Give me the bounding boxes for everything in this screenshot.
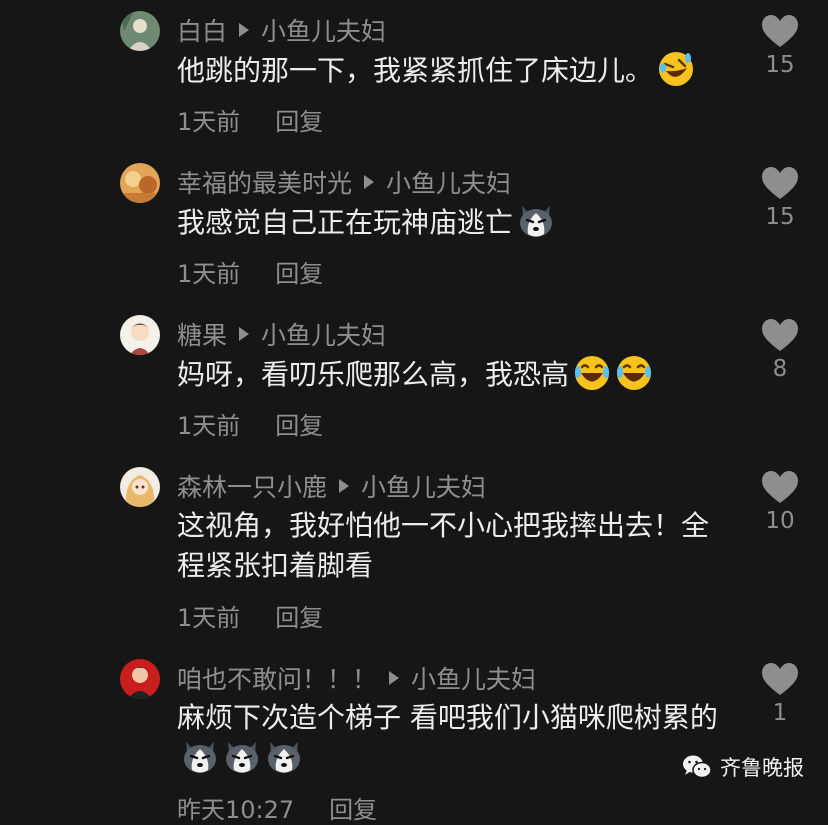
comment-text: 麻烦下次造个梯子 看吧我们小猫咪爬树累的 [177, 698, 732, 779]
comment-header: 咱也不敢问！！！ 小鱼儿夫妇 [177, 660, 536, 696]
comment-meta: 昨天10:27 回复 [177, 790, 377, 825]
like-button[interactable]: 15 [760, 166, 800, 230]
heart-icon [762, 663, 798, 695]
comment-header: 糖果 小鱼儿夫妇 [177, 316, 386, 352]
avatar[interactable] [120, 659, 160, 699]
laugh-cry-emoji-icon [575, 356, 610, 390]
author-name[interactable]: 咱也不敢问！！！ [177, 660, 377, 696]
comment-text: 我感觉自己正在玩神庙逃亡 [177, 202, 737, 243]
heart-icon [762, 319, 798, 351]
comment-text-content: 他跳的那一下，我紧紧抓住了床边儿。 [177, 54, 654, 87]
husky-emoji-icon [184, 742, 216, 773]
reply-button[interactable]: 回复 [275, 598, 323, 633]
heart-icon [762, 471, 798, 503]
like-count: 15 [765, 52, 795, 78]
like-button[interactable]: 15 [760, 14, 800, 78]
comment-text: 他跳的那一下，我紧紧抓住了床边儿。 [177, 50, 737, 91]
laugh-cry-emoji-icon [617, 356, 652, 390]
reply-button[interactable]: 回复 [275, 406, 323, 441]
comment-time: 1天前 [177, 260, 241, 288]
like-count: 1 [772, 700, 788, 726]
comment-header: 森林一只小鹿 小鱼儿夫妇 [177, 468, 486, 504]
comment-text-content: 妈呀，看叨乐爬那么高，我恐高 [177, 358, 570, 391]
like-count: 8 [772, 356, 788, 382]
author-name[interactable]: 白白 [177, 12, 227, 48]
like-count: 15 [765, 204, 795, 230]
rofl-emoji-icon [659, 52, 694, 86]
comment-time: 1天前 [177, 412, 241, 440]
author-name[interactable]: 森林一只小鹿 [177, 468, 327, 504]
reply-arrow-icon [339, 479, 350, 493]
reply-to-name[interactable]: 小鱼儿夫妇 [411, 660, 536, 696]
avatar[interactable] [120, 163, 160, 203]
avatar[interactable] [120, 11, 160, 51]
comment-meta: 1天前 回复 [177, 406, 323, 441]
reply-arrow-icon [364, 175, 375, 189]
reply-arrow-icon [389, 671, 400, 685]
comment-text-content: 这视角，我好怕他一不小心把我摔出去！全程紧张扣着脚看 [177, 509, 710, 582]
comment-meta: 1天前 回复 [177, 102, 323, 137]
reply-arrow-icon [239, 23, 250, 37]
like-button[interactable]: 1 [760, 662, 800, 726]
reply-button[interactable]: 回复 [275, 254, 323, 289]
reply-to-name[interactable]: 小鱼儿夫妇 [386, 164, 511, 200]
comment-time: 1天前 [177, 604, 241, 632]
comment-header: 幸福的最美时光 小鱼儿夫妇 [177, 164, 511, 200]
comment-text-content: 我感觉自己正在玩神庙逃亡 [177, 206, 514, 239]
like-button[interactable]: 8 [760, 318, 800, 382]
avatar[interactable] [120, 315, 160, 355]
reply-to-name[interactable]: 小鱼儿夫妇 [361, 468, 486, 504]
wechat-icon [683, 755, 712, 779]
comment-text: 这视角，我好怕他一不小心把我摔出去！全程紧张扣着脚看 [177, 506, 722, 586]
heart-icon [762, 167, 798, 199]
heart-icon [762, 15, 798, 47]
avatar[interactable] [120, 467, 160, 507]
like-count: 10 [765, 508, 795, 534]
comment-time: 昨天10:27 [177, 796, 295, 824]
comment-text-content: 麻烦下次造个梯子 看吧我们小猫咪爬树累的 [177, 701, 718, 734]
husky-emoji-icon [226, 742, 258, 773]
reply-to-name[interactable]: 小鱼儿夫妇 [261, 316, 386, 352]
comment-meta: 1天前 回复 [177, 598, 323, 633]
reply-arrow-icon [239, 327, 250, 341]
husky-emoji-icon [520, 206, 553, 237]
comment-time: 1天前 [177, 108, 241, 136]
comment-header: 白白 小鱼儿夫妇 [177, 12, 386, 48]
comment-meta: 1天前 回复 [177, 254, 323, 289]
comment-text: 妈呀，看叨乐爬那么高，我恐高 [177, 354, 737, 395]
author-name[interactable]: 糖果 [177, 316, 227, 352]
like-button[interactable]: 10 [760, 470, 800, 534]
author-name[interactable]: 幸福的最美时光 [177, 164, 352, 200]
watermark-text: 齐鲁晚报 [720, 756, 804, 780]
watermark: 齐鲁晚报 [682, 752, 804, 782]
husky-emoji-icon [268, 742, 300, 773]
reply-to-name[interactable]: 小鱼儿夫妇 [261, 12, 386, 48]
reply-button[interactable]: 回复 [275, 102, 323, 137]
reply-button[interactable]: 回复 [329, 790, 377, 825]
